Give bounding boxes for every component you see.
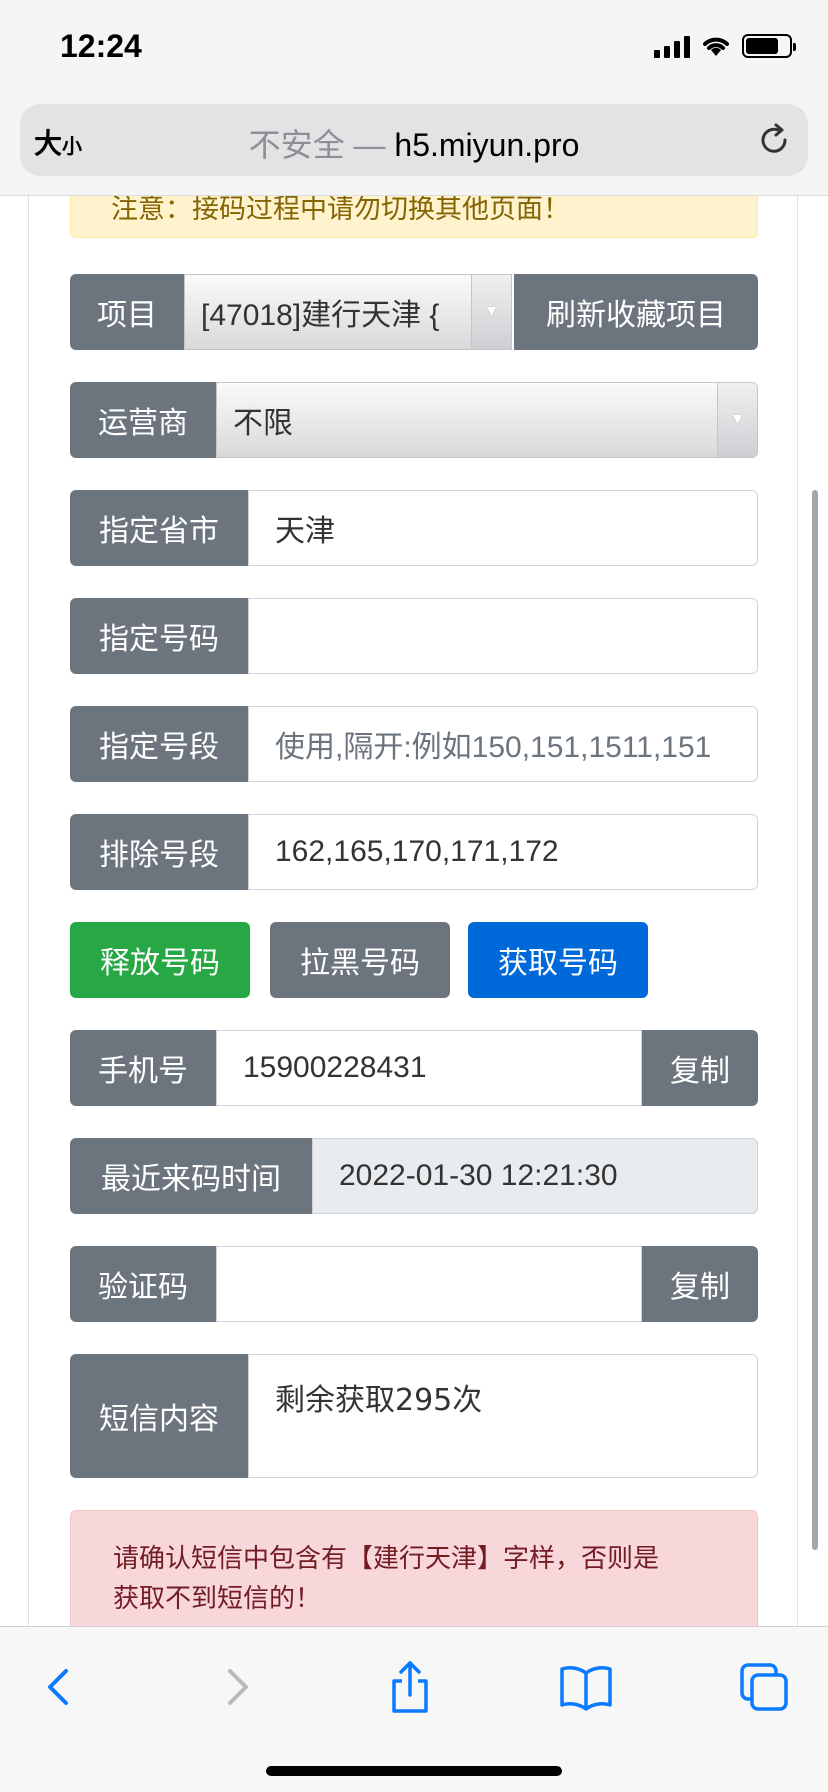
home-indicator <box>266 1766 562 1776</box>
segment-input[interactable]: 使用,隔开:例如150,151,1511,151 <box>248 706 758 782</box>
back-icon[interactable] <box>30 1657 90 1717</box>
exclude-row: 排除号段 162,165,170,171,172 <box>70 814 758 890</box>
battery-icon <box>742 34 796 58</box>
sms-content-textarea[interactable]: 剩余获取295次 <box>248 1354 758 1478</box>
url-separator: — <box>353 127 386 163</box>
province-label: 指定省市 <box>70 490 248 566</box>
carrier-selected-value: 不限 <box>233 407 293 440</box>
blacklist-number-button[interactable]: 拉黑号码 <box>270 922 450 998</box>
last-time-value: 2022-01-30 12:21:30 <box>312 1138 758 1214</box>
share-icon[interactable] <box>380 1657 440 1717</box>
project-row: 项目 [47018]建行天津 { ▼ 刷新收藏项目 <box>70 274 758 350</box>
status-bar: 12:24 <box>0 0 828 100</box>
carrier-row: 运营商 不限 ▼ <box>70 382 758 458</box>
exclude-input[interactable]: 162,165,170,171,172 <box>248 814 758 890</box>
last-time-label: 最近来码时间 <box>70 1138 312 1214</box>
carrier-select[interactable]: 不限 ▼ <box>216 382 758 458</box>
chevron-down-icon: ▼ <box>471 275 511 349</box>
exclude-label: 排除号段 <box>70 814 248 890</box>
phone-input[interactable]: 15900228431 <box>216 1030 642 1106</box>
danger-notice-line1: 请确认短信中包含有【建行天津】字样，否则是 <box>113 1544 660 1574</box>
province-input[interactable]: 天津 <box>248 490 758 566</box>
status-time: 12:24 <box>60 28 142 64</box>
wifi-icon <box>703 37 729 56</box>
project-select[interactable]: [47018]建行天津 { ▼ <box>184 274 512 350</box>
danger-notice: 请确认短信中包含有【建行天津】字样，否则是 获取不到短信的！ <box>70 1510 758 1626</box>
warning-notice: 注意：接码过程中请勿切换其他页面！ <box>70 196 758 238</box>
chevron-down-icon: ▼ <box>717 383 757 457</box>
number-input[interactable] <box>248 598 758 674</box>
code-label: 验证码 <box>70 1246 216 1322</box>
province-row: 指定省市 天津 <box>70 490 758 566</box>
bookmarks-icon[interactable] <box>556 1657 616 1717</box>
carrier-label: 运营商 <box>70 382 216 458</box>
sms-label: 短信内容 <box>70 1354 248 1478</box>
segment-row: 指定号段 使用,隔开:例如150,151,1511,151 <box>70 706 758 782</box>
danger-notice-line2: 获取不到短信的！ <box>113 1584 322 1614</box>
refresh-favorites-button[interactable]: 刷新收藏项目 <box>514 274 758 350</box>
release-number-button[interactable]: 释放号码 <box>70 922 250 998</box>
page-scrollbar[interactable] <box>812 490 818 1550</box>
phone-row: 手机号 15900228431 复制 <box>70 1030 758 1106</box>
address-bar[interactable]: 大小 不安全 — h5.miyun.pro <box>20 104 808 176</box>
get-number-button[interactable]: 获取号码 <box>468 922 648 998</box>
cellular-signal-icon <box>654 34 690 58</box>
sms-row: 短信内容 剩余获取295次 <box>70 1354 758 1478</box>
segment-placeholder: 使用,隔开:例如150,151,1511,151 <box>275 731 712 764</box>
number-row: 指定号码 <box>70 598 758 674</box>
forward-icon[interactable] <box>206 1657 266 1717</box>
code-input[interactable] <box>216 1246 642 1322</box>
phone-label: 手机号 <box>70 1030 216 1106</box>
last-time-row: 最近来码时间 2022-01-30 12:21:30 <box>70 1138 758 1214</box>
browser-address-area: 大小 不安全 — h5.miyun.pro <box>0 100 828 196</box>
number-label: 指定号码 <box>70 598 248 674</box>
code-row: 验证码 复制 <box>70 1246 758 1322</box>
page-content: 注意：接码过程中请勿切换其他页面！ 项目 [47018]建行天津 { ▼ 刷新收… <box>0 196 828 1626</box>
action-buttons: 释放号码 拉黑号码 获取号码 <box>70 922 758 998</box>
project-selected-value: [47018]建行天津 { <box>201 299 440 332</box>
reload-icon[interactable] <box>756 122 792 158</box>
tabs-icon[interactable] <box>734 1657 794 1717</box>
segment-label: 指定号段 <box>70 706 248 782</box>
status-icons <box>654 34 796 58</box>
insecure-label: 不安全 <box>248 127 345 163</box>
url-host: h5.miyun.pro <box>394 127 580 163</box>
copy-phone-button[interactable]: 复制 <box>642 1030 758 1106</box>
url-text[interactable]: 不安全 — h5.miyun.pro <box>20 120 808 166</box>
copy-code-button[interactable]: 复制 <box>642 1246 758 1322</box>
project-label: 项目 <box>70 274 184 350</box>
